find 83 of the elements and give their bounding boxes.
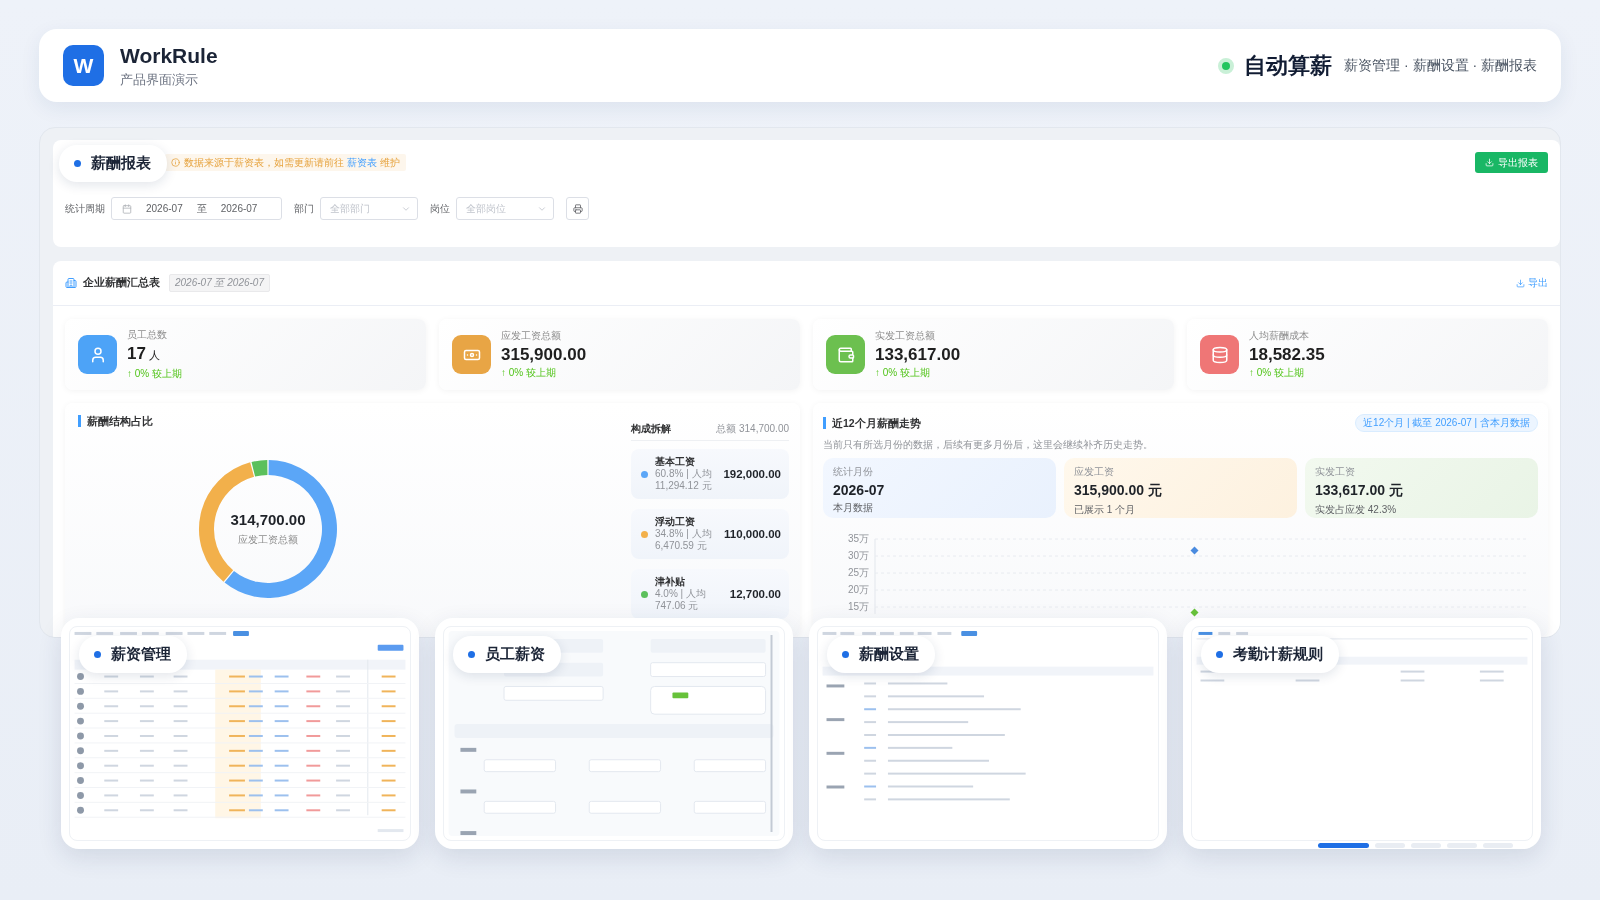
metric-label: 应发工资 [1074, 465, 1115, 479]
filter-label: 统计周期 [65, 201, 105, 216]
stat-change: ↑ 0% 较上期 [875, 366, 931, 380]
carousel-indicator[interactable] [1447, 843, 1477, 848]
breakdown-total: 总额 314,700.00 [716, 422, 789, 436]
summary-title: 企业薪酬汇总表 [83, 276, 160, 290]
filter-label: 部门 [294, 201, 314, 216]
preview-card[interactable]: 考勤计薪规则 [1183, 618, 1541, 849]
trend-note: 当前只有所选月份的数据，后续有更多月份后，这里会继续补齐历史走势。 [823, 438, 1154, 452]
breakdown-amount: 192,000.00 [723, 468, 781, 480]
metric-label: 统计月份 [833, 465, 874, 479]
metric-caption: 实发占应发 42.3% [1315, 503, 1398, 517]
filter-label: 岗位 [430, 201, 450, 216]
breakdown-name: 浮动工资 [655, 516, 696, 528]
dot-icon [468, 651, 475, 658]
breakdown-name: 津补贴 [655, 576, 686, 588]
scope-tag: 近12个月 | 截至 2026-07 | 含本月数据 [1355, 414, 1538, 432]
breakdown-amount: 110,000.00 [724, 528, 781, 540]
calendar-icon [122, 203, 132, 214]
stat-change: ↑ 0% 较上期 [127, 367, 182, 381]
building-icon [65, 277, 77, 289]
notice-text: 数据来源于薪资表，如需更新请前往 薪资表 维护 [184, 156, 400, 169]
period-tag: 2026-07 至 2026-07 [169, 274, 270, 292]
stat-label: 实发工资总额 [875, 329, 936, 343]
brand-title: WorkRule [120, 43, 218, 68]
label-chip-text: 考勤计薪规则 [1233, 645, 1323, 664]
stat-value: 133,617.00 [875, 344, 961, 365]
dot-icon [74, 160, 81, 167]
dot-icon [1216, 651, 1223, 658]
data-point [1190, 546, 1199, 555]
printer-button[interactable] [566, 197, 589, 220]
breakdown-detail: 60.8% | 人均 11,294.12 元 [655, 468, 713, 492]
axis-label: 30万 [847, 550, 869, 562]
date-range-field[interactable]: 2026-07 至 2026-07 [111, 197, 282, 220]
breakdown-name: 基本工资 [655, 456, 696, 468]
stat-change: ↑ 0% 较上期 [1249, 366, 1305, 380]
logo-icon: W [63, 45, 104, 86]
dot-icon [842, 651, 849, 658]
stat-value: 18,582.35 [1249, 344, 1325, 365]
preview-card[interactable]: 薪资管理 [61, 618, 419, 849]
axis-label: 25万 [847, 567, 869, 579]
stat-label: 员工总数 [127, 328, 168, 342]
label-chip-text: 薪酬报表 [91, 154, 151, 173]
axis-label: 20万 [847, 584, 869, 596]
donut-total-value: 314,700.00 [230, 511, 306, 528]
breakdown-detail: 34.8% | 人均 6,470.59 元 [655, 528, 713, 552]
metric-value: 315,900.00 元 [1074, 482, 1163, 500]
stat-value: 315,900.00 [501, 344, 587, 365]
metric-label: 实发工资 [1315, 465, 1356, 479]
breakdown-title: 构成拆解 [631, 422, 671, 436]
dot-icon [94, 651, 101, 658]
stat-label: 人均薪酬成本 [1249, 329, 1310, 343]
status-dot-icon [1218, 57, 1235, 74]
stat-value: 17 人 [127, 343, 161, 365]
preview-card[interactable]: 薪酬设置 [809, 618, 1167, 849]
stat-label: 应发工资总额 [501, 329, 562, 343]
download-icon [1516, 278, 1525, 288]
carousel-indicator[interactable] [1483, 843, 1513, 848]
breakdown-detail: 4.0% | 人均 747.06 元 [655, 588, 707, 612]
brand-subtitle: 产品界面演示 [120, 71, 199, 88]
metric-caption: 本月数据 [833, 501, 874, 515]
printer-icon [572, 203, 583, 214]
carousel-indicator[interactable] [1375, 843, 1405, 848]
label-chip-text: 薪酬设置 [859, 645, 919, 664]
panel-title: 薪酬结构占比 [78, 415, 153, 427]
carousel-indicator[interactable] [1411, 843, 1441, 848]
metric-caption: 已展示 1 个月 [1074, 503, 1137, 517]
metric-value: 2026-07 [833, 482, 886, 498]
label-chip-text: 薪资管理 [111, 645, 171, 664]
breakdown-amount: 12,700.00 [729, 588, 781, 600]
carousel-indicator[interactable] [1318, 843, 1369, 848]
panel-title: 近12个月薪酬走势 [823, 417, 921, 429]
info-icon [171, 158, 180, 167]
download-icon [1485, 158, 1494, 167]
axis-label: 35万 [847, 533, 869, 545]
section-list-text: 薪资管理 · 薪酬设置 · 薪酬报表 [1344, 56, 1537, 75]
donut-total-label: 应发工资总额 [238, 533, 298, 547]
stat-change: ↑ 0% 较上期 [501, 366, 557, 380]
axis-label: 15万 [847, 601, 869, 613]
metric-value: 133,617.00 元 [1315, 482, 1404, 500]
preview-card[interactable]: 员工薪资 [435, 618, 793, 849]
label-chip-text: 员工薪资 [485, 645, 545, 664]
headline: 自动算薪 [1244, 51, 1333, 80]
